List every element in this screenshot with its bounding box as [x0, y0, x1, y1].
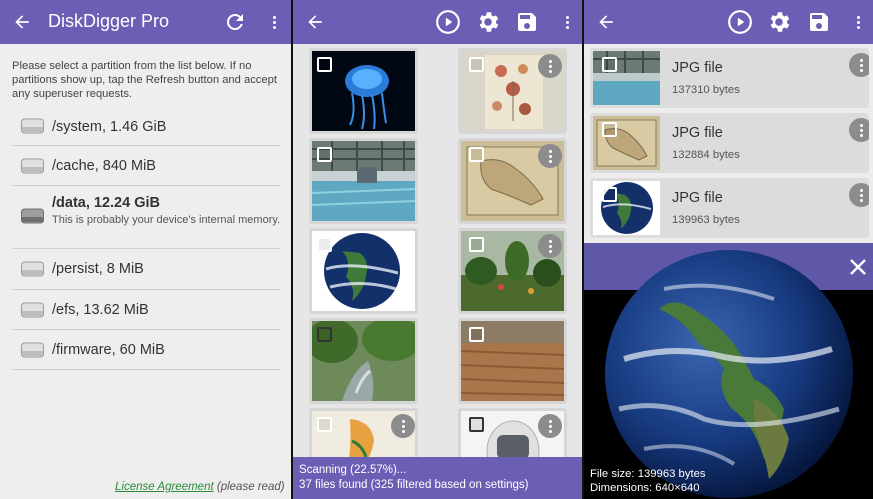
overflow-menu-icon[interactable] — [538, 414, 562, 438]
settings-icon[interactable] — [765, 8, 793, 36]
select-checkbox[interactable] — [317, 237, 332, 252]
overflow-menu-icon[interactable] — [553, 8, 581, 36]
partition-select-screen: DiskDigger Pro Please select a partition… — [0, 0, 291, 499]
arrow-left-icon[interactable] — [301, 8, 329, 36]
preview-image — [605, 250, 853, 498]
select-checkbox[interactable] — [317, 57, 332, 72]
close-icon[interactable] — [848, 257, 868, 277]
thumbnail-card[interactable] — [309, 138, 418, 224]
app-bar — [293, 0, 582, 44]
partition-item-system[interactable]: /system, 1.46 GiB — [12, 110, 280, 146]
file-type: JPG file — [672, 125, 723, 141]
file-list-preview-screen: JPG file 137310 bytes JPG file 132884 by… — [584, 0, 873, 499]
drive-icon — [21, 261, 44, 277]
file-size: 137310 bytes — [672, 84, 740, 96]
preview-metadata: File size: 139963 bytes Dimensions: 640×… — [590, 467, 706, 495]
select-checkbox[interactable] — [317, 417, 332, 432]
file-list-item[interactable]: JPG file 137310 bytes — [590, 48, 869, 108]
license-agreement-link[interactable]: License Agreement — [115, 481, 214, 493]
partition-name: /system, 1.46 GiB — [52, 119, 167, 135]
file-list-item[interactable]: JPG file 139963 bytes — [590, 178, 869, 238]
play-icon[interactable] — [726, 8, 754, 36]
overflow-menu-icon[interactable] — [538, 234, 562, 258]
file-list-item[interactable]: JPG file 132884 bytes — [590, 113, 869, 173]
app-title: DiskDigger Pro — [48, 11, 170, 31]
thumbnail-card[interactable] — [309, 228, 418, 314]
license-footer: License Agreement (please read) — [115, 481, 285, 493]
drive-icon — [21, 158, 44, 174]
select-checkbox[interactable] — [469, 147, 484, 162]
play-icon[interactable] — [434, 8, 462, 36]
overflow-menu-icon[interactable] — [260, 8, 288, 36]
drive-icon — [21, 118, 44, 134]
partition-name: /firmware, 60 MiB — [52, 342, 165, 358]
select-checkbox[interactable] — [469, 57, 484, 72]
save-icon[interactable] — [513, 8, 541, 36]
arrow-left-icon[interactable] — [592, 8, 620, 36]
overflow-menu-icon[interactable] — [849, 53, 869, 77]
partition-name: /cache, 840 MiB — [52, 158, 156, 174]
select-checkbox[interactable] — [469, 327, 484, 342]
select-checkbox[interactable] — [602, 187, 617, 202]
partition-item-efs[interactable]: /efs, 13.62 MiB — [12, 290, 280, 330]
thumbnail-card[interactable] — [309, 48, 418, 134]
thumbnail-card[interactable] — [458, 48, 567, 134]
overflow-menu-icon[interactable] — [844, 8, 872, 36]
file-type: JPG file — [672, 190, 723, 206]
partition-description: This is probably your device's internal … — [52, 214, 281, 226]
file-type: JPG file — [672, 60, 723, 76]
select-checkbox[interactable] — [317, 327, 332, 342]
drive-icon — [21, 342, 44, 358]
partition-item-persist[interactable]: /persist, 8 MiB — [12, 249, 280, 290]
select-checkbox[interactable] — [602, 57, 617, 72]
partition-name: /efs, 13.62 MiB — [52, 302, 149, 318]
arrow-left-icon[interactable] — [8, 8, 36, 36]
preview-dimensions: Dimensions: 640×640 — [590, 482, 700, 494]
drive-icon — [21, 302, 44, 318]
partition-item-cache[interactable]: /cache, 840 MiB — [12, 146, 280, 186]
partition-name: /persist, 8 MiB — [52, 261, 144, 277]
overflow-menu-icon[interactable] — [538, 144, 562, 168]
select-checkbox[interactable] — [469, 237, 484, 252]
partition-name: /data, 12.24 GiB — [52, 195, 160, 211]
file-size: 132884 bytes — [672, 149, 740, 161]
instructions-text: Please select a partition from the list … — [12, 60, 277, 100]
select-checkbox[interactable] — [602, 122, 617, 137]
overflow-menu-icon[interactable] — [849, 118, 869, 142]
files-found-text: 37 files found (325 filtered based on se… — [299, 479, 529, 491]
thumbnail-card[interactable] — [458, 318, 567, 404]
preview-file-size: File size: 139963 bytes — [590, 468, 706, 480]
image-preview-overlay: File size: 139963 bytes Dimensions: 640×… — [584, 243, 873, 499]
drive-icon — [21, 208, 44, 224]
refresh-icon[interactable] — [221, 8, 249, 36]
select-checkbox[interactable] — [469, 417, 484, 432]
app-bar — [584, 0, 873, 44]
settings-icon[interactable] — [474, 8, 502, 36]
overflow-menu-icon[interactable] — [538, 54, 562, 78]
scan-progress-text: Scanning (22.57%)... — [299, 464, 407, 476]
scan-results-grid-screen: Scanning (22.57%)... 37 files found (325… — [293, 0, 582, 499]
overflow-menu-icon[interactable] — [849, 183, 869, 207]
license-note: (please read) — [216, 481, 285, 493]
file-size: 139963 bytes — [672, 214, 740, 226]
select-checkbox[interactable] — [317, 147, 332, 162]
thumbnail-card[interactable] — [458, 228, 567, 314]
overflow-menu-icon[interactable] — [391, 414, 415, 438]
scan-status-bar: Scanning (22.57%)... 37 files found (325… — [293, 457, 582, 499]
save-icon[interactable] — [805, 8, 833, 36]
thumbnail-card[interactable] — [309, 318, 418, 404]
app-bar: DiskDigger Pro — [0, 0, 291, 44]
partition-item-firmware[interactable]: /firmware, 60 MiB — [12, 330, 280, 370]
partition-item-data[interactable]: /data, 12.24 GiB This is probably your d… — [12, 186, 280, 249]
thumbnail-card[interactable] — [458, 138, 567, 224]
